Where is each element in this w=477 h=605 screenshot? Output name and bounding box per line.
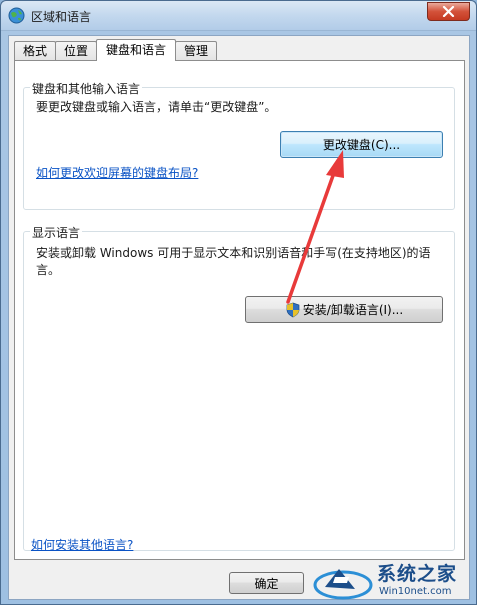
- watermark: 系统之家 Win10net.com: [313, 559, 473, 603]
- watermark-title: 系统之家: [377, 563, 458, 585]
- tab-keyboards-languages[interactable]: 键盘和语言: [96, 39, 177, 61]
- watermark-logo: [313, 569, 373, 600]
- watermark-url: Win10net.com: [379, 586, 452, 597]
- annotation-arrow: [286, 150, 344, 304]
